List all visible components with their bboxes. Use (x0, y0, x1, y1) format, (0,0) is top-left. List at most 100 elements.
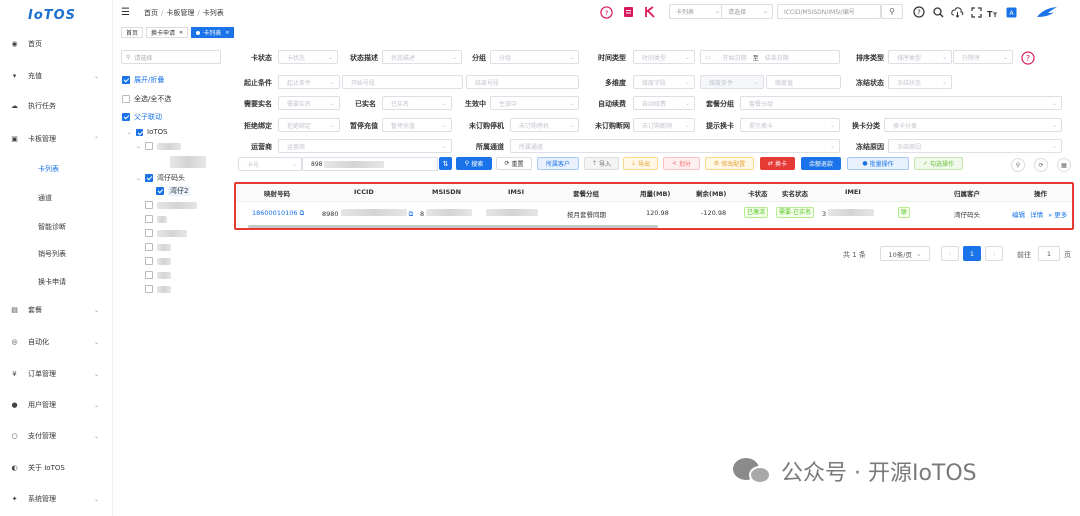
sidebar-item-9[interactable]: ◐ 关于 IoTOS (0, 460, 113, 476)
tree-node-blurred[interactable] (145, 257, 171, 265)
brand-k-icon[interactable] (643, 5, 657, 19)
goto-page-input[interactable]: 1 (1038, 246, 1060, 261)
sidebar-item-10[interactable]: ✦ 系统管理 ⌄ (0, 491, 113, 507)
tree-search-input[interactable]: ⚲ 请选择 (121, 50, 221, 64)
owner-customer-button[interactable]: 所属客户 (537, 157, 579, 170)
select-refuse-bind[interactable]: 拒绝绑定 ⌄ (278, 118, 340, 132)
select-package-group[interactable]: 套餐分组 ⌄ (740, 96, 1062, 110)
select-card-status[interactable]: 卡状态 ⌄ (278, 50, 338, 64)
col-mapped-number[interactable]: 映射号码 (264, 188, 290, 198)
date-range-picker[interactable]: ▭ 开始日期至结束日期 (700, 50, 840, 64)
select-unsub-stop[interactable]: 未订购停机 ⌄ (510, 118, 579, 132)
select-auto-renew[interactable]: 自动续费 ⌄ (633, 96, 695, 110)
search-scope-select[interactable]: 请选择 ⌄ (721, 4, 773, 19)
page-1-button[interactable]: 1 (963, 246, 981, 261)
col-ops[interactable]: 操作 (1034, 188, 1047, 198)
edit-link[interactable]: 编辑 (1012, 211, 1025, 219)
col-realname-status[interactable]: 实名状态 (782, 188, 808, 198)
sidebar-item-4[interactable]: ▤ 套餐 ⌄ (0, 302, 113, 318)
help-icon[interactable]: ? (912, 5, 926, 19)
tree-node-agent[interactable]: ⌄ 湾仔码头 (136, 173, 185, 183)
sidebar-subitem-1[interactable]: 通道 (38, 193, 52, 203)
select-realnamed[interactable]: 已实名 ⌄ (382, 96, 452, 110)
sidebar-item-8[interactable]: ○ 支付管理 ⌄ (0, 428, 113, 444)
sidebar-item-3[interactable]: ▣ 卡板管理 ⌃ (0, 131, 113, 147)
sidebar-item-2[interactable]: ☁ 执行任务 (0, 98, 113, 114)
select-range-condition[interactable]: 起止条件 ⌄ (278, 75, 340, 89)
sidebar-item-0[interactable]: ◉ 首页 (0, 36, 113, 52)
sidebar-item-6[interactable]: ¥ 订单管理 ⌄ (0, 366, 113, 382)
checkbox-child[interactable] (156, 187, 164, 195)
tree-option-selectall[interactable]: 全选/全不选 (122, 94, 171, 104)
select-effective[interactable]: 生效中 ⌄ (490, 96, 579, 110)
checkbox-root[interactable] (136, 128, 144, 136)
sidebar-subitem-0[interactable]: 卡列表 (38, 164, 59, 174)
tree-node-blurred[interactable] (145, 215, 167, 223)
balance-refund-button[interactable]: 余额退款 (801, 157, 841, 170)
translate-icon[interactable]: A (1004, 5, 1018, 19)
columns-icon[interactable]: ▦ (1057, 158, 1071, 172)
select-group[interactable]: 分组 ⌄ (490, 50, 579, 64)
select-unsub-offline[interactable]: 未订购断网 ⌄ (633, 118, 695, 132)
select-operator[interactable]: 运营商 ⌄ (278, 139, 452, 153)
tree-node-blurred[interactable] (145, 243, 171, 251)
col-iccid[interactable]: ICCID (354, 188, 374, 196)
select-dim-field[interactable]: 维度字段 ⌄ (633, 75, 695, 89)
sort-toggle-icon[interactable]: ⇅ (439, 157, 452, 170)
sidebar-subitem-3[interactable]: 销号列表 (38, 249, 66, 259)
tree-option-linkage[interactable]: 父子联动 (122, 112, 162, 122)
tree-node-blurred[interactable] (145, 201, 197, 209)
select-hint-change[interactable]: 提示换卡 ⌄ (740, 118, 840, 132)
search-button[interactable]: ⚲ 搜索 (456, 157, 492, 170)
search-icon[interactable] (931, 5, 945, 19)
tree-node-blurred[interactable] (145, 271, 171, 279)
menu-toggle-icon[interactable]: ☰ (121, 7, 130, 18)
sidebar-item-7[interactable]: ● 用户管理 ⌄ (0, 397, 113, 413)
more-link[interactable]: 更多 (1054, 211, 1067, 219)
col-msisdn[interactable]: MSISDN (432, 188, 461, 196)
toggle-search-icon[interactable]: ⚲ (1011, 158, 1025, 172)
tree-option-expand[interactable]: 展开/折叠 (122, 75, 164, 85)
logo[interactable]: IoTOS (0, 0, 112, 30)
cell-mapped-number[interactable]: 18600010106 ⧉ (252, 209, 304, 218)
col-imei[interactable]: IMEI (845, 188, 861, 196)
close-icon[interactable]: ✕ (179, 30, 183, 36)
change-card-button[interactable]: ⇄ 换卡 (760, 157, 795, 170)
header-search-input[interactable]: ICCID/MSISDN/IMSI/编号 (777, 4, 881, 19)
next-page-button[interactable]: › (985, 246, 1003, 261)
page-size-select[interactable]: 10条/页 ⌄ (880, 246, 930, 261)
close-icon[interactable]: ✕ (225, 30, 229, 36)
input-end-segment[interactable]: 结束号段 (466, 75, 579, 89)
select-freeze-reason[interactable]: 冻结原因 ⌄ (888, 139, 1062, 153)
select-card-type[interactable]: 卡号 ⌄ (238, 157, 302, 171)
fullscreen-icon[interactable] (969, 5, 983, 19)
select-freeze-status[interactable]: 冻结状态 ⌄ (888, 75, 952, 89)
help-circle-icon[interactable]: ? (1021, 51, 1035, 65)
input-start-segment[interactable]: 开始号段 (342, 75, 463, 89)
horizontal-scrollbar[interactable] (248, 225, 658, 228)
sidebar-subitem-2[interactable]: 智能诊断 (38, 222, 66, 232)
tree-node-blurred[interactable]: ⌄ (136, 142, 182, 150)
col-customer[interactable]: 归属客户 (954, 188, 980, 198)
checkbox-agent[interactable] (145, 174, 154, 182)
sidebar-item-1[interactable]: ▾ 充值 ⌄ (0, 68, 113, 84)
col-remaining[interactable]: 剩余(MB) (696, 188, 726, 198)
checkbox-selectall[interactable] (122, 95, 130, 103)
tree-node-blurred[interactable] (170, 156, 206, 168)
select-sort-type[interactable]: 排序类型 ⌄ (888, 50, 952, 64)
select-channel[interactable]: 所属通道 ⌄ (510, 139, 840, 153)
sidebar-subitem-4[interactable]: 换卡申请 (38, 277, 66, 287)
col-package-group[interactable]: 套餐分组 (573, 188, 599, 198)
tab-card-change[interactable]: 换卡申请 ✕ (146, 27, 189, 38)
input-dim-value[interactable]: 维度值 (766, 75, 841, 89)
header-search-button[interactable]: ⚲ (881, 4, 903, 19)
tree-node-child[interactable]: 湾仔2 (156, 186, 191, 196)
tree-node-blurred[interactable] (145, 285, 171, 293)
select-need-realname[interactable]: 需要实名 ⌄ (278, 96, 340, 110)
select-status-desc[interactable]: 状态描述 ⌄ (382, 50, 462, 64)
select-change-category[interactable]: 换卡分类 ⌄ (884, 118, 1062, 132)
help-circle-icon[interactable]: ? (599, 5, 613, 19)
chevron-down-icon[interactable]: ⌄ (136, 175, 141, 182)
document-icon[interactable] (621, 5, 635, 19)
tab-card-list[interactable]: 卡列表 ✕ (191, 27, 235, 38)
